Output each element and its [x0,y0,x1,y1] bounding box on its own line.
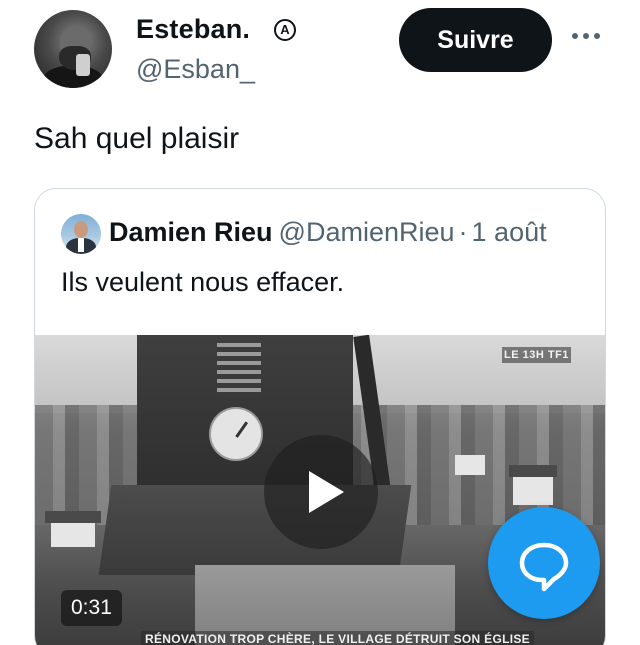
video-caption: RÉNOVATION TROP CHÈRE, LE VILLAGE DÉTRUI… [141,631,534,645]
play-icon-glyph [309,471,344,513]
quoted-avatar-head [74,221,88,238]
author-display-name[interactable]: Esteban. [136,14,250,45]
channel-logo: LE 13H TF1 [502,347,571,363]
video-roof [45,511,101,523]
video-bell-louvre [217,343,261,397]
video-church-clock [209,407,263,461]
more-horizontal-icon[interactable] [570,30,602,42]
video-house [513,475,553,505]
reply-bubble-glyph [519,542,569,592]
quoted-author-handle[interactable]: @DamienRieu [279,217,455,248]
quoted-author-avatar[interactable] [61,214,101,254]
avatar-phone [76,54,90,76]
circled-a-icon: A [274,19,296,41]
video-duration: 0:31 [61,590,122,626]
header-separator: · [458,217,468,247]
quoted-tweet-date[interactable]: 1 août [472,217,547,247]
follow-button[interactable]: Suivre [399,8,552,72]
author-handle[interactable]: @Esban_ [136,54,255,85]
author-avatar[interactable] [34,10,112,88]
video-roof [509,465,557,477]
quoted-avatar-shirt [78,238,84,252]
reply-bubble-icon[interactable] [488,507,600,619]
play-icon[interactable] [264,435,378,549]
video-house [455,455,485,475]
video-house [51,521,95,547]
quoted-tweet-header: Damien Rieu @DamienRieu · 1 août [109,217,589,248]
tweet-text: Sah quel plaisir [34,122,240,155]
quoted-author-name[interactable]: Damien Rieu [109,217,273,248]
quoted-tweet-text: Ils veulent nous effacer. [61,267,345,297]
